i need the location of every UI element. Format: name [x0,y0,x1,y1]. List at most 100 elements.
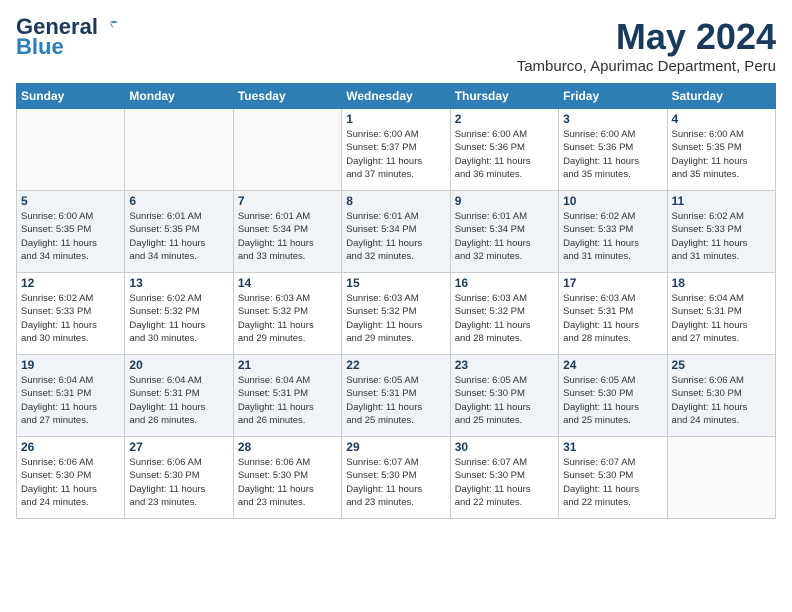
header-saturday: Saturday [667,84,775,109]
day-info: Sunrise: 6:04 AM Sunset: 5:31 PM Dayligh… [129,374,228,427]
day-info: Sunrise: 6:01 AM Sunset: 5:35 PM Dayligh… [129,210,228,263]
calendar-cell: 27Sunrise: 6:06 AM Sunset: 5:30 PM Dayli… [125,437,233,519]
calendar-cell: 26 Sunrise: 6:06 AM Sunset: 5:30 PM Dayli… [17,437,125,519]
day-number: 16 [455,276,554,290]
logo: General Blue [16,16,120,60]
day-number: 9 [455,194,554,208]
calendar-cell: 11 Sunrise: 6:02 AM Sunset: 5:33 PM Dayli… [667,191,775,273]
day-info: Sunrise: 6:02 AM Sunset: 5:33 PM Dayligh… [672,210,771,263]
day-number: 1 [346,112,445,126]
calendar-cell: 10 Sunrise: 6:02 AM Sunset: 5:33 PM Dayli… [559,191,667,273]
day-number: 6 [129,194,228,208]
calendar-cell: 14 Sunrise: 6:03 AM Sunset: 5:32 PM Dayli… [233,273,341,355]
day-number: 26 [21,440,120,454]
calendar-cell: 6 Sunrise: 6:01 AM Sunset: 5:35 PM Daylig… [125,191,233,273]
calendar-cell: 7 Sunrise: 6:01 AM Sunset: 5:34 PM Daylig… [233,191,341,273]
calendar-cell: 8 Sunrise: 6:01 AM Sunset: 5:34 PM Daylig… [342,191,450,273]
calendar-cell: 17 Sunrise: 6:03 AM Sunset: 5:31 PM Dayli… [559,273,667,355]
day-info: Sunrise: 6:04 AM Sunset: 5:31 PM Dayligh… [672,292,771,345]
calendar-cell: 3Sunrise: 6:00 AM Sunset: 5:36 PM Daylig… [559,109,667,191]
calendar-cell: 9 Sunrise: 6:01 AM Sunset: 5:34 PM Daylig… [450,191,558,273]
calendar-cell: 20 Sunrise: 6:04 AM Sunset: 5:31 PM Dayli… [125,355,233,437]
calendar-cell: 1 Sunrise: 6:00 AM Sunset: 5:37 PM Daylig… [342,109,450,191]
calendar-table: SundayMondayTuesdayWednesdayThursdayFrid… [16,83,776,519]
day-number: 12 [21,276,120,290]
day-info: Sunrise: 6:03 AM Sunset: 5:31 PM Dayligh… [563,292,662,345]
day-number: 10 [563,194,662,208]
day-info: Sunrise: 6:00 AM Sunset: 5:35 PM Dayligh… [21,210,120,263]
day-info: Sunrise: 6:02 AM Sunset: 5:32 PM Dayligh… [129,292,228,345]
page-header: General Blue May 2024 Tamburco, Apurimac… [16,16,776,75]
day-info: Sunrise: 6:00 AM Sunset: 5:36 PM Dayligh… [455,128,554,181]
logo-bird-icon [100,20,120,36]
day-info: Sunrise: 6:04 AM Sunset: 5:31 PM Dayligh… [238,374,337,427]
day-info: Sunrise: 6:06 AM Sunset: 5:30 PM Dayligh… [672,374,771,427]
day-number: 18 [672,276,771,290]
day-number: 21 [238,358,337,372]
calendar-cell [125,109,233,191]
day-number: 15 [346,276,445,290]
day-number: 2 [455,112,554,126]
day-info: Sunrise: 6:06 AM Sunset: 5:30 PM Dayligh… [129,456,228,509]
calendar-cell: 18 Sunrise: 6:04 AM Sunset: 5:31 PM Dayli… [667,273,775,355]
day-number: 3 [563,112,662,126]
day-info: Sunrise: 6:02 AM Sunset: 5:33 PM Dayligh… [21,292,120,345]
title-area: May 2024 Tamburco, Apurimac Department, … [517,16,776,75]
day-info: Sunrise: 6:01 AM Sunset: 5:34 PM Dayligh… [455,210,554,263]
day-number: 14 [238,276,337,290]
header-sunday: Sunday [17,84,125,109]
calendar-cell: 22Sunrise: 6:05 AM Sunset: 5:31 PM Dayli… [342,355,450,437]
calendar-cell: 23Sunrise: 6:05 AM Sunset: 5:30 PM Dayli… [450,355,558,437]
day-number: 7 [238,194,337,208]
day-info: Sunrise: 6:01 AM Sunset: 5:34 PM Dayligh… [238,210,337,263]
day-info: Sunrise: 6:00 AM Sunset: 5:37 PM Dayligh… [346,128,445,181]
day-info: Sunrise: 6:06 AM Sunset: 5:30 PM Dayligh… [238,456,337,509]
calendar-cell: 29 Sunrise: 6:07 AM Sunset: 5:30 PM Dayli… [342,437,450,519]
day-info: Sunrise: 6:07 AM Sunset: 5:30 PM Dayligh… [346,456,445,509]
calendar-cell: 2 Sunrise: 6:00 AM Sunset: 5:36 PM Daylig… [450,109,558,191]
header-friday: Friday [559,84,667,109]
calendar-cell [233,109,341,191]
day-number: 4 [672,112,771,126]
calendar-cell: 24Sunrise: 6:05 AM Sunset: 5:30 PM Dayli… [559,355,667,437]
day-number: 11 [672,194,771,208]
calendar-cell: 12 Sunrise: 6:02 AM Sunset: 5:33 PM Dayli… [17,273,125,355]
day-number: 29 [346,440,445,454]
calendar-cell: 13 Sunrise: 6:02 AM Sunset: 5:32 PM Dayli… [125,273,233,355]
calendar-week-3: 12 Sunrise: 6:02 AM Sunset: 5:33 PM Dayli… [17,273,776,355]
header-wednesday: Wednesday [342,84,450,109]
calendar-cell [17,109,125,191]
day-info: Sunrise: 6:05 AM Sunset: 5:31 PM Dayligh… [346,374,445,427]
month-year-title: May 2024 [517,16,776,58]
day-number: 17 [563,276,662,290]
day-info: Sunrise: 6:07 AM Sunset: 5:30 PM Dayligh… [563,456,662,509]
day-info: Sunrise: 6:02 AM Sunset: 5:33 PM Dayligh… [563,210,662,263]
day-info: Sunrise: 6:04 AM Sunset: 5:31 PM Dayligh… [21,374,120,427]
calendar-cell: 25Sunrise: 6:06 AM Sunset: 5:30 PM Dayli… [667,355,775,437]
logo-blue-text: Blue [16,34,64,60]
location-subtitle: Tamburco, Apurimac Department, Peru [517,58,776,75]
day-number: 5 [21,194,120,208]
day-number: 23 [455,358,554,372]
day-number: 19 [21,358,120,372]
day-number: 13 [129,276,228,290]
day-number: 20 [129,358,228,372]
calendar-week-1: 1 Sunrise: 6:00 AM Sunset: 5:37 PM Daylig… [17,109,776,191]
day-number: 24 [563,358,662,372]
header-tuesday: Tuesday [233,84,341,109]
day-info: Sunrise: 6:01 AM Sunset: 5:34 PM Dayligh… [346,210,445,263]
day-info: Sunrise: 6:07 AM Sunset: 5:30 PM Dayligh… [455,456,554,509]
calendar-cell: 4Sunrise: 6:00 AM Sunset: 5:35 PM Daylig… [667,109,775,191]
day-number: 31 [563,440,662,454]
day-number: 8 [346,194,445,208]
calendar-cell: 5 Sunrise: 6:00 AM Sunset: 5:35 PM Daylig… [17,191,125,273]
header-thursday: Thursday [450,84,558,109]
day-info: Sunrise: 6:03 AM Sunset: 5:32 PM Dayligh… [238,292,337,345]
day-info: Sunrise: 6:06 AM Sunset: 5:30 PM Dayligh… [21,456,120,509]
day-number: 28 [238,440,337,454]
calendar-cell: 19 Sunrise: 6:04 AM Sunset: 5:31 PM Dayli… [17,355,125,437]
calendar-cell: 31 Sunrise: 6:07 AM Sunset: 5:30 PM Dayli… [559,437,667,519]
day-number: 30 [455,440,554,454]
day-info: Sunrise: 6:03 AM Sunset: 5:32 PM Dayligh… [346,292,445,345]
calendar-cell: 30 Sunrise: 6:07 AM Sunset: 5:30 PM Dayli… [450,437,558,519]
